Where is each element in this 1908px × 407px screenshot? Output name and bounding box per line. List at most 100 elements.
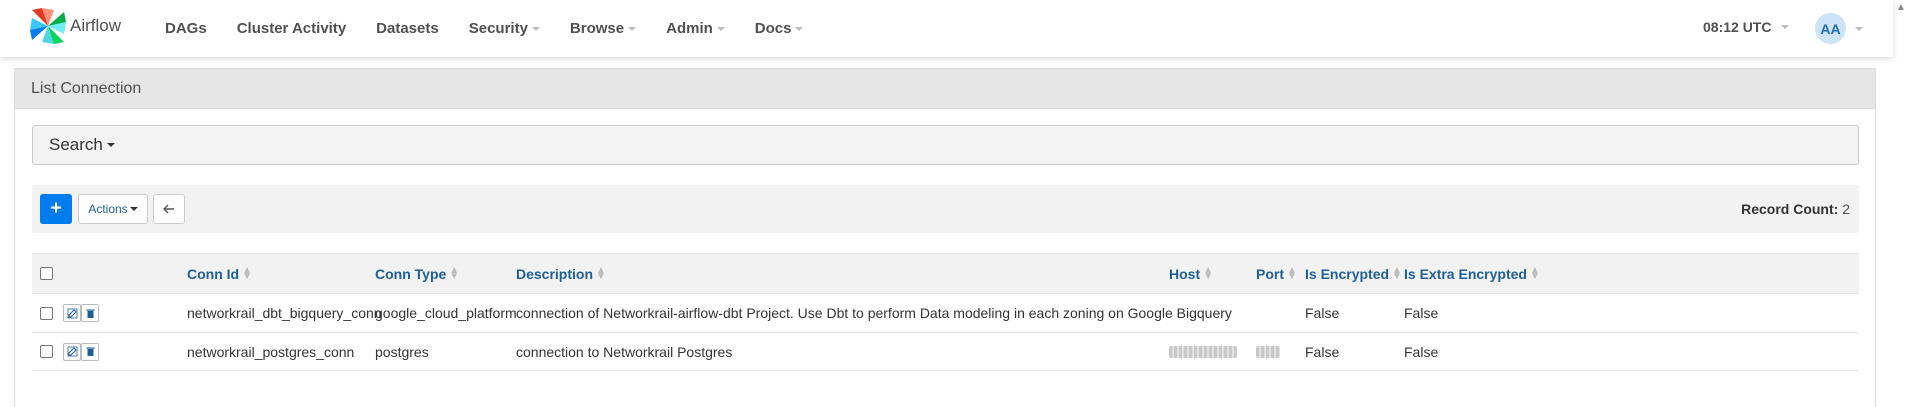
search-dropdown[interactable]: Search xyxy=(32,125,1859,165)
arrow-left-icon xyxy=(163,204,174,214)
trash-icon xyxy=(86,347,94,356)
add-connection-button[interactable]: + xyxy=(40,194,72,224)
row-checkbox[interactable] xyxy=(40,306,53,320)
actions-label: Actions xyxy=(88,202,128,216)
clock-label: 08:12 UTC xyxy=(1703,19,1772,35)
redacted-port xyxy=(1256,345,1280,358)
sort-icon: ▲ ▼ xyxy=(449,264,460,282)
cell-conn-id: networkrail_postgres_conn xyxy=(187,343,355,360)
table-row: networkrail_dbt_bigquery_conn google_clo… xyxy=(32,293,1859,332)
col-description[interactable]: Description ▲ ▼ xyxy=(516,254,606,293)
col-port-label: Port xyxy=(1256,265,1284,282)
table-header: Conn Id ▲ ▼ Conn Type ▲ ▼ Description ▲ ▼ Host… xyxy=(32,253,1859,293)
col-host-label: Host xyxy=(1169,265,1201,282)
nav-admin-label: Admin xyxy=(666,20,713,37)
delete-record-button[interactable] xyxy=(81,342,99,361)
sort-icon: ▲ ▼ xyxy=(242,264,253,282)
sort-icon: ▲ ▼ xyxy=(1203,264,1214,282)
page-title: List Connection xyxy=(15,69,1875,109)
table-row: networkrail_postgres_conn postgres conne… xyxy=(32,332,1859,371)
record-count: Record Count: 2 xyxy=(1741,201,1850,217)
nav-browse[interactable]: Browse xyxy=(555,20,651,37)
plus-icon: + xyxy=(50,198,62,219)
row-action-buttons xyxy=(63,294,99,332)
nav-datasets[interactable]: Datasets xyxy=(361,20,454,37)
utc-clock-dropdown[interactable]: 08:12 UTC xyxy=(1703,19,1790,35)
col-conn-type[interactable]: Conn Type ▲ ▼ xyxy=(375,254,459,293)
trash-icon xyxy=(86,309,94,318)
scroll-up-arrow-icon[interactable]: ▲ xyxy=(1896,2,1906,13)
cell-port-redacted xyxy=(1256,333,1280,370)
cell-description: connection of Networkrail-airflow-dbt Pr… xyxy=(516,305,1232,321)
select-all-checkbox-cell xyxy=(40,254,53,293)
airflow-pinwheel-icon xyxy=(30,8,66,44)
cell-is-extra-encrypted: False xyxy=(1404,305,1439,321)
nav-dags[interactable]: DAGs xyxy=(150,20,222,37)
chevron-down-icon xyxy=(1855,26,1863,31)
main-nav: DAGs Cluster Activity Datasets Security … xyxy=(150,0,818,57)
user-menu[interactable]: AA xyxy=(1815,13,1863,44)
chevron-down-icon xyxy=(531,26,540,31)
col-description-label: Description xyxy=(516,265,594,282)
search-label: Search xyxy=(49,135,103,154)
actions-dropdown-button[interactable]: Actions xyxy=(78,194,148,224)
avatar: AA xyxy=(1815,13,1846,44)
col-host[interactable]: Host ▲ ▼ xyxy=(1169,254,1213,293)
cell-conn-type: postgres xyxy=(375,343,429,360)
nav-dags-label: DAGs xyxy=(165,20,207,37)
col-is-extra-encrypted[interactable]: Is Extra Encrypted ▲ ▼ xyxy=(1404,254,1540,293)
chevron-down-icon xyxy=(1781,25,1790,29)
sort-icon: ▲ ▼ xyxy=(1529,264,1540,282)
list-toolbar: + Actions Record Count: 2 xyxy=(32,185,1859,233)
cell-is-encrypted: False xyxy=(1305,305,1340,321)
nav-docs-label: Docs xyxy=(754,20,792,37)
record-count-value: 2 xyxy=(1842,201,1850,217)
nav-datasets-label: Datasets xyxy=(376,20,439,37)
row-action-buttons xyxy=(63,333,99,370)
nav-security-label: Security xyxy=(468,20,528,37)
brand-name: Airflow xyxy=(70,16,122,35)
connections-table: Conn Id ▲ ▼ Conn Type ▲ ▼ Description ▲ ▼ Host… xyxy=(32,253,1859,371)
edit-icon xyxy=(67,308,77,318)
edit-record-button[interactable] xyxy=(63,342,81,361)
col-conn-id[interactable]: Conn Id ▲ ▼ xyxy=(187,254,252,293)
nav-cluster-activity[interactable]: Cluster Activity xyxy=(222,20,361,37)
top-navbar: Airflow DAGs Cluster Activity Datasets S… xyxy=(0,0,1893,57)
nav-browse-label: Browse xyxy=(569,20,625,37)
edit-record-button[interactable] xyxy=(63,304,81,322)
nav-cluster-activity-label: Cluster Activity xyxy=(236,20,347,37)
cell-description: connection to Networkrail Postgres xyxy=(516,343,733,360)
col-conn-type-label: Conn Type xyxy=(375,265,447,282)
cell-host-redacted xyxy=(1169,333,1237,370)
col-is-extra-encrypted-label: Is Extra Encrypted xyxy=(1404,265,1527,282)
back-button[interactable] xyxy=(153,194,185,224)
cell-is-extra-encrypted: False xyxy=(1404,343,1439,360)
chevron-down-icon xyxy=(795,26,804,31)
brand-logo[interactable]: Airflow xyxy=(28,6,121,50)
nav-admin[interactable]: Admin xyxy=(651,20,740,37)
chevron-down-icon xyxy=(129,207,138,211)
col-is-encrypted[interactable]: Is Encrypted ▲ ▼ xyxy=(1305,254,1402,293)
sort-icon: ▲ ▼ xyxy=(1392,264,1402,282)
chevron-down-icon xyxy=(628,26,637,31)
nav-docs[interactable]: Docs xyxy=(740,20,819,37)
chevron-down-icon xyxy=(716,26,725,31)
cell-conn-id: networkrail_dbt_bigquery_conn xyxy=(187,305,382,321)
nav-security[interactable]: Security xyxy=(454,20,555,37)
row-checkbox[interactable] xyxy=(40,345,53,358)
redacted-host xyxy=(1169,345,1237,358)
col-port[interactable]: Port ▲ ▼ xyxy=(1256,254,1297,293)
record-count-label: Record Count: xyxy=(1741,201,1839,217)
edit-icon xyxy=(67,346,77,357)
select-all-checkbox[interactable] xyxy=(40,267,53,280)
sort-icon: ▲ ▼ xyxy=(596,264,606,282)
cell-conn-type: google_cloud_platform xyxy=(375,305,517,321)
sort-icon: ▲ ▼ xyxy=(1287,264,1297,282)
cell-is-encrypted: False xyxy=(1305,343,1340,360)
col-conn-id-label: Conn Id xyxy=(187,265,240,282)
row-checkbox-cell xyxy=(40,333,53,370)
list-connection-panel: List Connection Search + Actions Record … xyxy=(14,68,1876,407)
chevron-down-icon xyxy=(106,143,115,147)
delete-record-button[interactable] xyxy=(81,304,99,322)
row-checkbox-cell xyxy=(40,294,53,332)
